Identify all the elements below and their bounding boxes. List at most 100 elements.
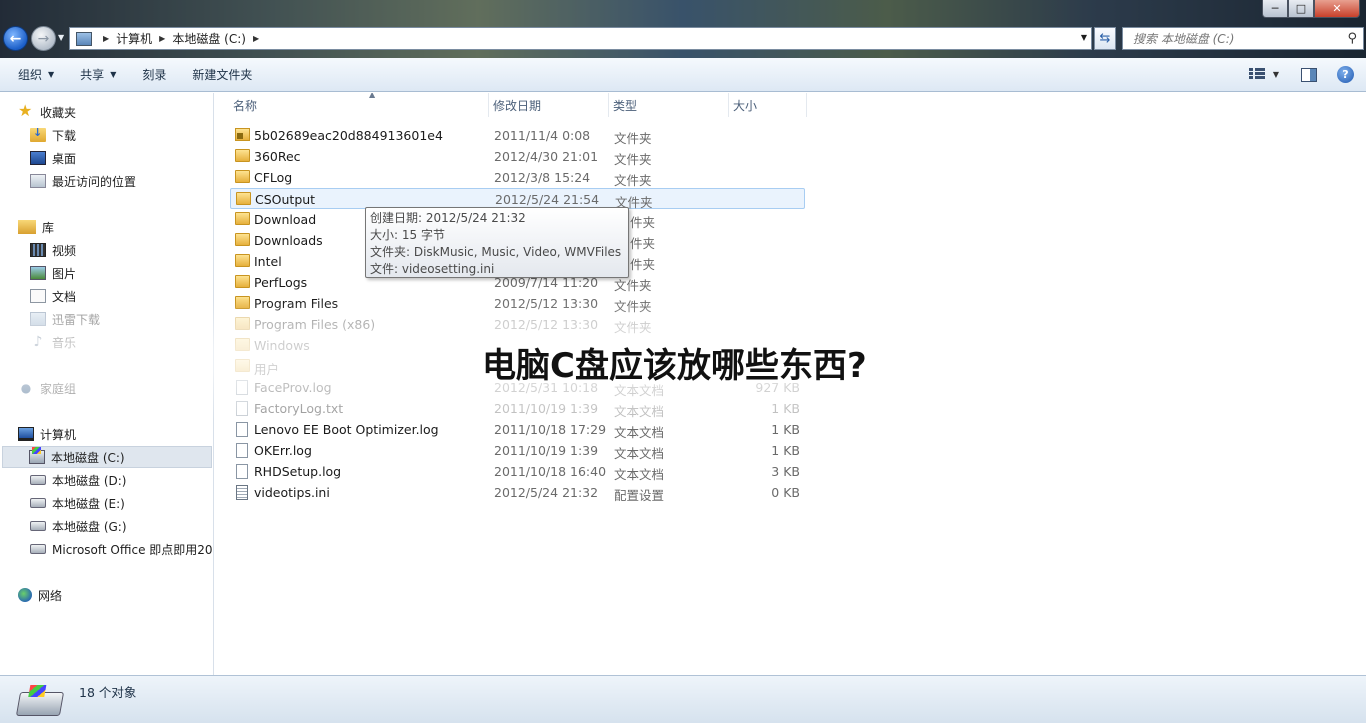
sidebar-item-computer[interactable]: 计算机 (18, 423, 76, 445)
sidebar-item-office[interactable]: Microsoft Office 即点即用20 (30, 538, 213, 560)
folder-icon (235, 338, 250, 351)
column-header-size[interactable]: 大小 (729, 93, 807, 117)
file-row[interactable]: Lenovo EE Boot Optimizer.log 2011/10/18 … (230, 419, 805, 440)
text-file-icon (236, 422, 248, 437)
file-row[interactable]: Program Files 2012/5/12 13:30 文件夹 (230, 293, 805, 314)
file-size: 1 KB (771, 443, 800, 458)
file-row[interactable]: CFLog 2012/3/8 15:24 文件夹 (230, 167, 805, 188)
sidebar-item-xunlei[interactable]: 迅雷下载 (30, 308, 100, 330)
file-date: 2012/5/24 21:54 (495, 192, 600, 207)
sidebar-item-homegroup[interactable]: ● 家庭组 (18, 377, 76, 399)
file-row[interactable]: Program Files (x86) 2012/5/12 13:30 文件夹 (230, 314, 805, 335)
sidebar-item-pictures[interactable]: 图片 (30, 262, 76, 284)
sidebar-item-desktop[interactable]: 桌面 (30, 147, 76, 169)
chevron-right-icon[interactable]: ▶ (253, 34, 259, 43)
folder-icon (235, 275, 250, 288)
address-bar[interactable]: ▶ 计算机 ▶ 本地磁盘 (C:) ▶ ▼ (69, 27, 1092, 50)
file-name: 5b02689eac20d884913601e4 (254, 128, 443, 143)
sidebar-label: 网络 (38, 588, 63, 603)
recent-pages-dropdown[interactable]: ▼ (58, 33, 64, 42)
tooltip-size: 大小: 15 字节 (370, 228, 445, 242)
video-icon (30, 243, 46, 257)
close-button[interactable]: ✕ (1314, 0, 1360, 18)
sidebar-item-network[interactable]: 网络 (18, 584, 62, 606)
file-name: OKErr.log (254, 443, 312, 458)
back-button[interactable]: ← (3, 26, 28, 51)
help-icon[interactable]: ? (1337, 66, 1354, 83)
refresh-button[interactable]: ⇆ (1094, 27, 1116, 50)
sidebar-item-libraries[interactable]: 库 (18, 216, 54, 238)
share-button[interactable]: 共享 ▼ (80, 66, 116, 83)
text-file-icon (236, 464, 248, 479)
new-folder-button[interactable]: 新建文件夹 (192, 66, 252, 83)
file-row[interactable]: RHDSetup.log 2011/10/18 16:40 文本文档 3 KB (230, 461, 805, 482)
file-name: PerfLogs (254, 275, 308, 290)
sidebar-item-drive-e[interactable]: 本地磁盘 (E:) (30, 492, 125, 514)
file-name: CSOutput (255, 192, 316, 207)
breadcrumb-drive-c[interactable]: 本地磁盘 (C:) (172, 30, 246, 47)
search-input[interactable] (1133, 31, 1333, 46)
file-name: Program Files (254, 296, 339, 311)
sidebar-item-favorites[interactable]: ★ 收藏夹 (18, 101, 76, 123)
minimize-button[interactable]: ─ (1262, 0, 1288, 18)
file-row-selected[interactable]: CSOutput 2012/5/24 21:54 文件夹 (230, 188, 805, 210)
file-row[interactable]: videotips.ini 2012/5/24 21:32 配置设置 0 KB (230, 482, 805, 503)
file-type: 文件夹 (614, 152, 652, 167)
view-options-icon[interactable] (1248, 67, 1265, 82)
command-bar: 组织 ▼ 共享 ▼ 刻录 新建文件夹 ▼ ? (0, 58, 1366, 92)
sidebar-item-downloads[interactable]: 下载 (30, 124, 76, 146)
file-name: Lenovo EE Boot Optimizer.log (254, 422, 439, 437)
preview-pane-icon[interactable] (1301, 67, 1317, 82)
sidebar-label: 本地磁盘 (D:) (52, 473, 127, 488)
file-date: 2012/5/24 21:32 (494, 485, 599, 500)
sidebar-item-drive-d[interactable]: 本地磁盘 (D:) (30, 469, 126, 491)
system-drive-icon (29, 447, 45, 464)
forward-button[interactable]: → (31, 26, 56, 51)
navigation-pane: ★ 收藏夹 下载 桌面 最近访问的位置 库 视频 图片 文档 迅雷下载 ♪ 音乐 ●… (0, 93, 214, 675)
arrow-right-icon: → (37, 30, 50, 47)
sidebar-label: 库 (42, 220, 55, 235)
file-row[interactable]: 5b02689eac20d884913601e4 2011/11/4 0:08 … (230, 125, 805, 146)
network-icon (18, 588, 32, 602)
search-icon[interactable]: ⚲ (1347, 31, 1357, 46)
file-type: 文件夹 (614, 173, 652, 188)
column-header-type[interactable]: 类型 (609, 93, 729, 117)
file-row[interactable]: FactoryLog.txt 2011/10/19 1:39 文本文档 1 KB (230, 398, 805, 419)
sidebar-item-drive-c[interactable]: 本地磁盘 (C:) (2, 446, 212, 468)
file-type: 文本文档 (614, 467, 665, 482)
sidebar-item-recent[interactable]: 最近访问的位置 (30, 170, 136, 192)
file-row[interactable]: OKErr.log 2011/10/19 1:39 文本文档 1 KB (230, 440, 805, 461)
document-icon (30, 289, 46, 303)
xunlei-folder-icon (30, 312, 46, 326)
organize-button[interactable]: 组织 ▼ (18, 66, 54, 83)
file-name: Download (254, 212, 317, 227)
file-row[interactable]: 360Rec 2012/4/30 21:01 文件夹 (230, 146, 805, 167)
column-header-name[interactable]: 名称 ▲ (229, 93, 489, 117)
text-file-icon (236, 380, 248, 395)
column-header-date[interactable]: 修改日期 (489, 93, 609, 117)
file-type: 文件夹 (614, 131, 652, 146)
drive-icon (30, 521, 46, 531)
maximize-button[interactable]: □ (1288, 0, 1314, 18)
sidebar-item-music[interactable]: ♪ 音乐 (30, 331, 76, 353)
locked-folder-icon (235, 128, 250, 141)
chevron-right-icon[interactable]: ▶ (159, 34, 165, 43)
music-icon: ♪ (33, 334, 43, 350)
sidebar-item-drive-g[interactable]: 本地磁盘 (G:) (30, 515, 127, 537)
sidebar-item-videos[interactable]: 视频 (30, 239, 76, 261)
refresh-icon: ⇆ (1099, 31, 1111, 46)
sidebar-item-documents[interactable]: 文档 (30, 285, 76, 307)
arrow-left-icon: ← (9, 30, 22, 47)
chevron-right-icon[interactable]: ▶ (103, 34, 109, 43)
file-type: 文本文档 (614, 446, 665, 461)
burn-button[interactable]: 刻录 (142, 66, 166, 83)
drive-icon (30, 475, 46, 485)
breadcrumb-computer[interactable]: 计算机 (116, 30, 152, 47)
file-size: 1 KB (771, 401, 800, 416)
file-date: 2011/10/19 1:39 (494, 443, 599, 458)
search-box[interactable]: ⚲ (1122, 27, 1364, 50)
chevron-down-icon[interactable]: ▼ (1081, 33, 1087, 42)
folder-icon (236, 192, 251, 205)
chevron-down-icon[interactable]: ▼ (1273, 70, 1279, 79)
system-drive-icon (15, 692, 65, 716)
